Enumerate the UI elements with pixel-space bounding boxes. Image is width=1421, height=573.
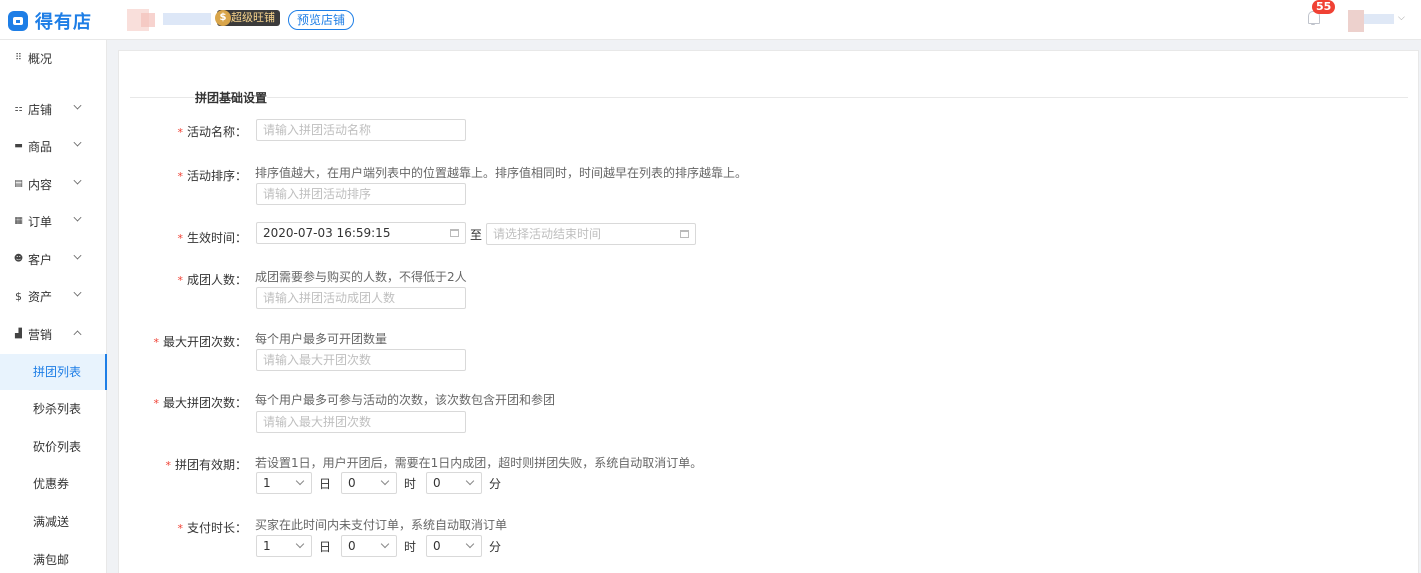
activity-sort-label: * 活动排序：: [177, 169, 247, 183]
validity-hour-select[interactable]: 0: [341, 472, 397, 494]
end-time-picker[interactable]: 请选择活动结束时间: [486, 223, 696, 245]
chevron-down-icon: [465, 539, 475, 549]
group-buy-settings-panel: 拼团基础设置 * 活动名称： 请输入拼团活动名称 * 活动排序： 排序值越大，在用户…: [118, 50, 1419, 573]
sidebar-item-label: 内容: [28, 177, 53, 192]
notification-count-badge: 55: [1312, 0, 1336, 14]
calendar-icon: [450, 229, 459, 237]
max-join-hint: 每个用户最多可参与活动的次数，该次数包含开团和参团: [255, 393, 556, 407]
section-divider: [130, 97, 1408, 98]
chevron-down-icon: [73, 176, 82, 185]
max-open-input[interactable]: 请输入最大开团次数: [256, 349, 466, 371]
start-time-value: 2020-07-03 16:59:15: [263, 226, 391, 240]
pay-minute-select[interactable]: 0: [426, 535, 482, 557]
hour-unit: 时: [404, 477, 417, 491]
max-join-input[interactable]: 请输入最大拼团次数: [256, 411, 466, 433]
sidebar-item-label: 概况: [28, 51, 53, 66]
customer-icon: ☻: [13, 254, 24, 264]
chevron-down-icon: [73, 213, 82, 222]
section-title: 拼团基础设置: [195, 89, 268, 106]
minute-unit: 分: [489, 540, 502, 554]
sidebar-item-marketing[interactable]: ▟ 营销: [0, 318, 107, 350]
sidebar-item-label: 营销: [28, 327, 53, 342]
activity-sort-input[interactable]: 请输入拼团活动排序: [256, 183, 466, 205]
validity-minute-select[interactable]: 0: [426, 472, 482, 494]
sidebar-item-label: 客户: [28, 252, 53, 267]
vip-badge: $ 超级旺铺: [215, 10, 280, 26]
chevron-down-icon: [73, 251, 82, 260]
pay-time-hint: 买家在此时间内未支付订单，系统自动取消订单: [255, 518, 508, 532]
day-unit: 日: [319, 477, 332, 491]
minute-unit: 分: [489, 477, 502, 491]
logo[interactable]: 得有店: [8, 8, 92, 34]
logo-text: 得有店: [35, 12, 92, 33]
chevron-down-icon: [380, 539, 390, 549]
sidebar-item-content[interactable]: ▤ 内容: [0, 168, 107, 200]
top-bar: 得有店 $ 超级旺铺 预览店铺 55 ⌵: [0, 0, 1421, 40]
max-open-hint: 每个用户最多可开团数量: [255, 332, 388, 346]
chevron-down-icon: [73, 288, 82, 297]
sidebar-item-shop[interactable]: ⚏ 店铺: [0, 93, 107, 125]
activity-sort-hint: 排序值越大，在用户端列表中的位置越靠上。排序值相同时，时间越早在列表的排序越靠上…: [255, 166, 748, 180]
chevron-down-icon: [73, 101, 82, 110]
user-avatar-blurred[interactable]: [1348, 10, 1394, 32]
chevron-down-icon: [73, 138, 82, 147]
sidebar-item-customers[interactable]: ☻ 客户: [0, 243, 107, 275]
sidebar-item-label: 资产: [28, 289, 53, 304]
chevron-down-icon: [295, 476, 305, 486]
activity-name-input[interactable]: 请输入拼团活动名称: [256, 119, 466, 141]
grid-icon: ⠿: [15, 53, 22, 63]
sidebar-subitem-flash-sale[interactable]: 秒杀列表: [0, 391, 107, 427]
chart-icon: ▟: [15, 329, 22, 339]
chevron-down-icon: [380, 476, 390, 486]
coin-icon: $: [215, 10, 231, 26]
sidebar-subitem-coupons[interactable]: 优惠券: [0, 466, 107, 502]
activity-name-label: * 活动名称：: [177, 125, 247, 139]
validity-label: * 拼团有效期：: [165, 458, 247, 472]
order-icon: ▦: [14, 216, 23, 226]
group-size-input[interactable]: 请输入拼团活动成团人数: [256, 287, 466, 309]
shop-avatar-blurred: [127, 9, 217, 31]
sidebar-item-orders[interactable]: ▦ 订单: [0, 205, 107, 237]
chevron-down-icon: [465, 476, 475, 486]
end-time-placeholder: 请选择活动结束时间: [493, 227, 602, 241]
sidebar-item-assets[interactable]: $ 资产: [0, 280, 107, 312]
validity-day-select[interactable]: 1: [256, 472, 312, 494]
start-time-picker[interactable]: 2020-07-03 16:59:15: [256, 222, 466, 244]
group-size-hint: 成团需要参与购买的人数，不得低于2人: [255, 270, 467, 284]
chevron-down-icon[interactable]: ⌵: [1398, 13, 1405, 23]
day-unit: 日: [319, 540, 332, 554]
content-icon: ▤: [14, 179, 23, 189]
sidebar-subitem-group-list[interactable]: 拼团列表: [0, 354, 107, 390]
date-range-separator: 至: [470, 228, 483, 242]
sidebar-subitem-full-reduction[interactable]: 满减送: [0, 504, 107, 540]
validity-hint: 若设置1日，用户开团后，需要在1日内成团，超时则拼团失败，系统自动取消订单。: [255, 456, 703, 470]
sidebar: ⠿ 概况 ⚏ 店铺 ▬ 商品 ▤ 内容 ▦ 订单 ☻ 客户 $ 资产 ▟ 营销 …: [0, 40, 107, 573]
chevron-down-icon: [295, 539, 305, 549]
sidebar-item-label: 订单: [28, 214, 53, 229]
chevron-up-icon: [73, 330, 82, 339]
store-logo-icon: [8, 11, 28, 31]
calendar-icon: [680, 230, 689, 238]
group-size-label: * 成团人数：: [177, 273, 247, 287]
hour-unit: 时: [404, 540, 417, 554]
pay-hour-select[interactable]: 0: [341, 535, 397, 557]
max-join-label: * 最大拼团次数：: [153, 396, 247, 410]
vip-badge-label: 超级旺铺: [231, 11, 275, 24]
shop-icon: ⚏: [14, 104, 23, 114]
sidebar-item-goods[interactable]: ▬ 商品: [0, 130, 107, 162]
sidebar-subitem-bargain[interactable]: 砍价列表: [0, 429, 107, 465]
max-open-label: * 最大开团次数：: [153, 335, 247, 349]
preview-shop-button[interactable]: 预览店铺: [288, 10, 355, 30]
effective-time-label: * 生效时间：: [177, 231, 247, 245]
pay-time-label: * 支付时长：: [177, 521, 247, 535]
dollar-icon: $: [15, 289, 22, 303]
sidebar-item-label: 店铺: [28, 102, 53, 117]
pay-day-select[interactable]: 1: [256, 535, 312, 557]
sidebar-item-label: 商品: [28, 139, 53, 154]
sidebar-item-overview[interactable]: ⠿ 概况: [0, 42, 107, 74]
goods-icon: ▬: [14, 141, 23, 151]
sidebar-subitem-free-shipping[interactable]: 满包邮: [0, 542, 107, 573]
